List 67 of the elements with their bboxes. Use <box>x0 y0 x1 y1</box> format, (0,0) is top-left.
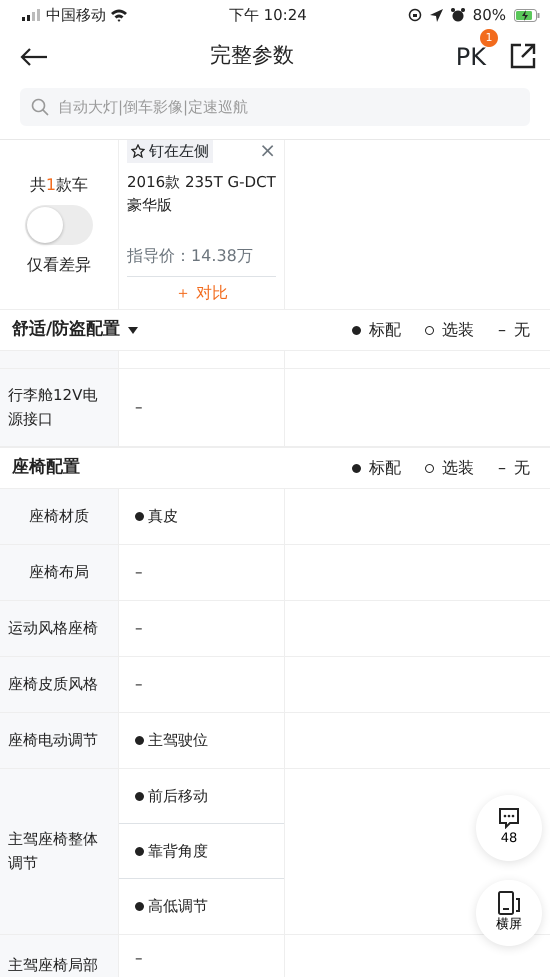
legend-label: 无 <box>514 457 530 479</box>
spec-label: 座椅布局 <box>0 545 118 600</box>
optional-circle-icon <box>425 464 434 472</box>
spec-value: – <box>135 562 142 584</box>
clock-time: 下午 10:24 <box>228 4 308 26</box>
standard-dot-icon <box>352 464 361 472</box>
standard-dot-icon <box>352 326 361 334</box>
spec-value: 高低调节 <box>148 896 208 918</box>
spec-value: 主驾驶位 <box>148 730 208 752</box>
signal-icon <box>22 9 42 21</box>
car-count-label: 共 <box>30 174 46 196</box>
comments-button[interactable]: 48 <box>476 795 542 861</box>
section-title: 舒适/防盗配置 <box>12 318 120 342</box>
close-button[interactable]: × <box>259 140 276 160</box>
spec-value: – <box>135 948 142 969</box>
legend-label: 选装 <box>442 319 474 341</box>
car-count-label: 款车 <box>56 174 88 196</box>
spec-label: 运动风格座椅 <box>0 601 118 656</box>
legend-label: 选装 <box>442 457 474 479</box>
comment-icon <box>498 807 520 830</box>
legend-label: 无 <box>514 319 530 341</box>
landscape-button[interactable]: 横屏 <box>476 880 542 946</box>
spec-value: – <box>135 618 142 640</box>
car-model-name: 2016款 235T G-DCT豪华版 <box>127 172 276 216</box>
dash-symbol: – <box>498 319 506 341</box>
rotation-lock-icon <box>408 8 422 22</box>
spec-value: 靠背角度 <box>148 840 208 862</box>
carrier-name: 中国移动 <box>46 4 106 26</box>
spec-label: 主驾座椅整体调节 <box>0 769 118 934</box>
standard-dot-icon <box>135 902 144 911</box>
spec-value: – <box>135 397 142 418</box>
battery-percentage: 80% <box>472 4 506 26</box>
car-count: 1 <box>46 174 56 196</box>
phone-rotate-icon <box>497 891 521 916</box>
spec-label: 座椅材质 <box>0 489 118 544</box>
search-icon <box>31 98 49 116</box>
price-label: 指导价：14.38万 <box>127 244 276 277</box>
legend-label: 标配 <box>369 319 401 341</box>
standard-dot-icon <box>135 846 144 856</box>
location-icon <box>430 8 443 22</box>
standard-dot-icon <box>135 512 144 521</box>
spec-label: 行李舱12V电源接口 <box>0 369 118 446</box>
spec-label: 座椅皮质风格 <box>0 657 118 712</box>
battery-icon <box>514 8 540 22</box>
back-arrow-icon <box>20 46 48 67</box>
notification-badge: 1 <box>480 29 498 48</box>
standard-dot-icon <box>135 792 144 800</box>
toggle-switch[interactable] <box>25 204 93 244</box>
legend-label: 标配 <box>369 457 401 479</box>
standard-dot-icon <box>135 736 144 745</box>
toggle-label: 仅看差异 <box>27 254 91 276</box>
dash-symbol: – <box>498 457 506 479</box>
spec-value: 前后移动 <box>148 786 208 807</box>
optional-circle-icon <box>425 326 434 334</box>
dropdown-caret-icon[interactable] <box>128 326 138 334</box>
search-field[interactable]: 自动大灯|倒车影像|定速巡航 <box>20 88 530 126</box>
page-title: 完整参数 <box>208 42 295 70</box>
section-title: 座椅配置 <box>12 456 80 480</box>
spec-label: 主驾座椅局部 <box>0 935 118 977</box>
share-icon <box>510 43 536 69</box>
spec-value: – <box>135 674 142 696</box>
alarm-icon <box>450 8 465 22</box>
spec-label: 座椅电动调节 <box>0 713 118 768</box>
wifi-icon <box>110 8 128 22</box>
share-button[interactable] <box>510 43 536 69</box>
spec-value: 真皮 <box>148 506 178 528</box>
pin-left-button[interactable]: 钉在左侧 <box>127 140 213 162</box>
